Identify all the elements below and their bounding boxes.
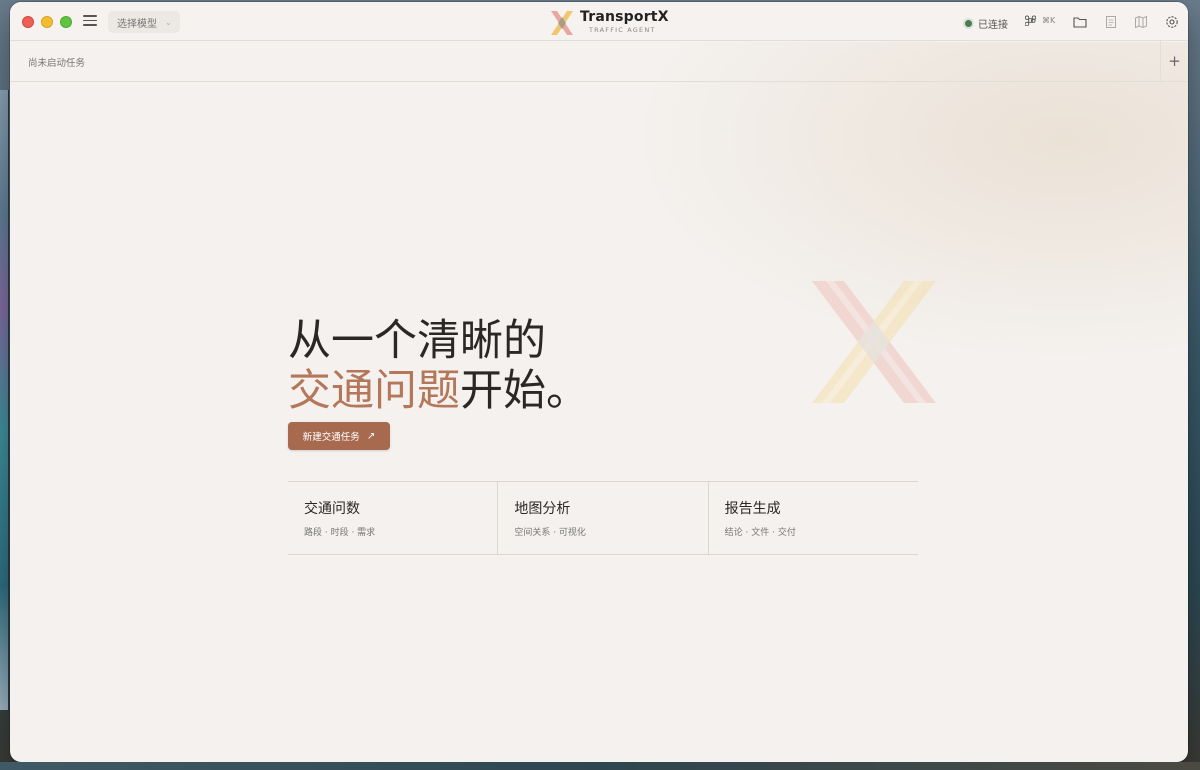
hamburger-menu-icon[interactable]	[83, 15, 97, 27]
task-tab-bar: 尚未启动任务 +	[10, 41, 1188, 82]
status-label: 已连接	[978, 20, 1008, 31]
new-task-label: 新建交通任务	[302, 432, 360, 443]
hero-heading-line2: 交通问题开始。	[288, 356, 589, 418]
brand-name: TransportX	[580, 9, 669, 25]
card-subtitle: 空间关系 · 可视化	[514, 528, 586, 538]
close-window-button[interactable]	[22, 16, 34, 28]
feature-card-report[interactable]: 报告生成 结论 · 文件 · 交付	[709, 482, 918, 554]
card-subtitle: 路段 · 时段 · 需求	[304, 528, 376, 538]
card-subtitle: 结论 · 文件 · 交付	[724, 528, 796, 538]
model-select-dropdown[interactable]: 选择模型 ⌄	[108, 11, 180, 33]
card-title: 交通问数	[304, 501, 360, 517]
status-dot-icon	[965, 20, 972, 27]
folder-icon[interactable]	[1073, 15, 1087, 29]
hero-heading-rest: 开始。	[460, 366, 589, 416]
connection-status: 已连接	[965, 16, 1008, 31]
background-x-logo-icon	[812, 281, 936, 403]
desktop-background-strip	[0, 90, 9, 710]
command-icon	[1025, 15, 1036, 26]
add-task-button[interactable]: +	[1160, 41, 1188, 81]
maximize-window-button[interactable]	[60, 16, 72, 28]
model-select-label: 选择模型	[117, 18, 157, 30]
no-task-label: 尚未启动任务	[28, 58, 86, 69]
feature-card-traffic-query[interactable]: 交通问数 路段 · 时段 · 需求	[288, 482, 499, 554]
hero-heading-accent: 交通问题	[288, 366, 460, 416]
map-icon[interactable]	[1134, 15, 1148, 29]
card-title: 地图分析	[514, 501, 571, 517]
card-title: 报告生成	[724, 501, 781, 517]
feature-card-map-analysis[interactable]: 地图分析 空间关系 · 可视化	[498, 482, 709, 554]
new-traffic-task-button[interactable]: 新建交通任务 ↗	[288, 422, 390, 450]
title-bar: 选择模型 ⌄ TransportX TRAFFIC AGENT 已连接 ⌘K	[10, 2, 1188, 41]
gear-icon[interactable]	[1165, 15, 1179, 29]
transportx-logo-icon	[551, 11, 573, 35]
chevron-down-icon: ⌄	[165, 17, 172, 27]
feature-cards: 交通问数 路段 · 时段 · 需求 地图分析 空间关系 · 可视化 报告生成 结…	[288, 481, 918, 555]
minimize-window-button[interactable]	[41, 16, 53, 28]
command-palette-button[interactable]: ⌘K	[1025, 15, 1055, 26]
shortcut-label: ⌘K	[1042, 16, 1056, 25]
brand-subtitle: TRAFFIC AGENT	[589, 26, 656, 34]
app-window: 选择模型 ⌄ TransportX TRAFFIC AGENT 已连接 ⌘K 尚…	[10, 2, 1188, 762]
desktop-dock-strip	[0, 762, 1200, 770]
document-icon[interactable]	[1104, 15, 1118, 29]
arrow-up-right-icon: ↗	[366, 430, 376, 442]
